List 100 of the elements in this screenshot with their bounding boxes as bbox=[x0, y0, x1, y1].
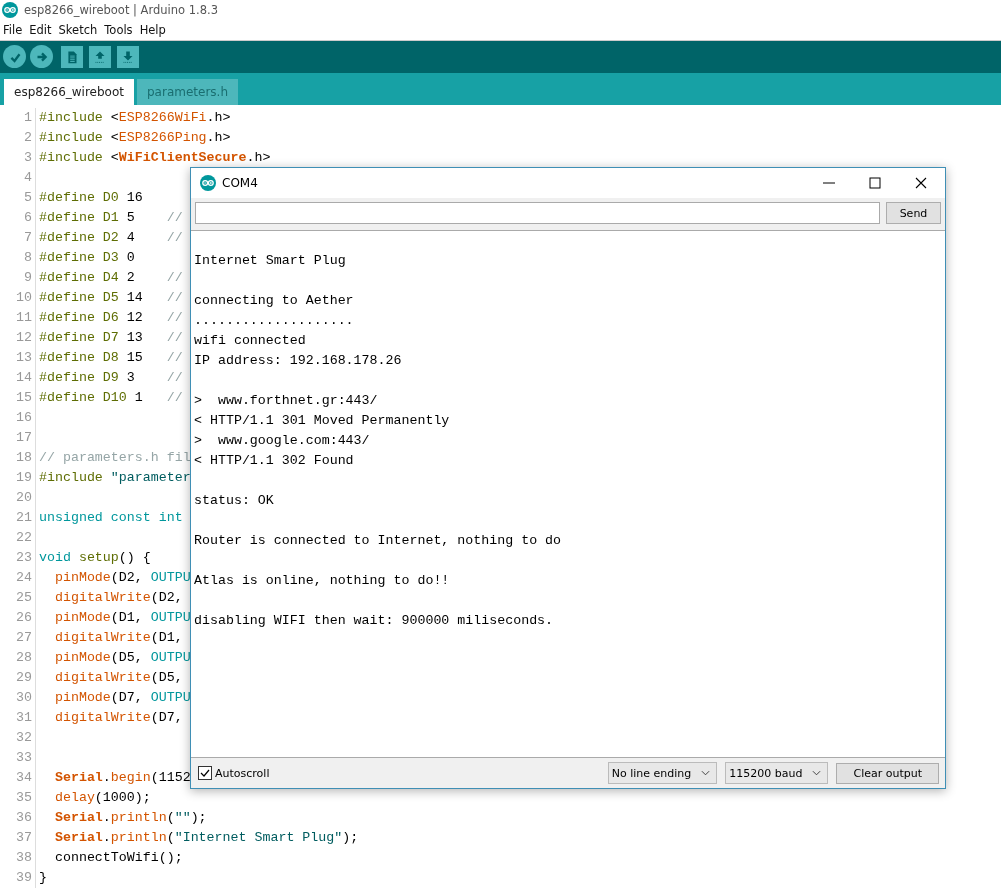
output-line: < HTTP/1.1 302 Found bbox=[194, 453, 354, 468]
send-button[interactable]: Send bbox=[886, 202, 941, 224]
output-line: > www.google.com:443/ bbox=[194, 433, 370, 448]
line-number: 20 bbox=[15, 489, 33, 507]
dropdown[interactable]: 115200 baud bbox=[725, 762, 829, 784]
line-number: 19 bbox=[15, 469, 33, 487]
checkbox-label: Autoscroll bbox=[215, 766, 270, 780]
line-number: 3 bbox=[23, 149, 33, 167]
line-number: 39 bbox=[15, 869, 33, 887]
line-number: 2 bbox=[23, 129, 33, 147]
code-line: digitalWrite(D5, bbox=[53, 670, 183, 685]
output-line: Router is connected to Internet, nothing to do bbox=[194, 533, 562, 548]
menu-item[interactable]: File bbox=[3, 23, 23, 38]
code-line: void setup() { bbox=[39, 550, 151, 565]
window-title: esp8266_wireboot | Arduino 1.8.3 bbox=[24, 3, 219, 18]
line-number: 4 bbox=[23, 169, 33, 187]
code-line: #define D1 5 // bbox=[39, 210, 183, 225]
line-number: 27 bbox=[15, 629, 33, 647]
code-line: } bbox=[39, 870, 47, 885]
line-number: 22 bbox=[15, 529, 33, 547]
dropdown[interactable]: No line ending bbox=[607, 762, 718, 784]
code-line: #define D6 12 // bbox=[39, 310, 183, 325]
clear-output-button[interactable]: Clear output bbox=[836, 762, 939, 784]
verify-button[interactable] bbox=[3, 45, 26, 69]
open-button[interactable] bbox=[89, 45, 111, 68]
autoscroll-checkbox[interactable] bbox=[198, 766, 212, 780]
code-line: #define D2 4 // bbox=[39, 230, 183, 245]
line-number: 10 bbox=[15, 289, 33, 307]
save-button[interactable] bbox=[117, 45, 139, 68]
code-line: #define D8 15 // bbox=[39, 350, 183, 365]
code-line: #include <WiFiClientSecure.h> bbox=[39, 150, 271, 165]
code-line: pinMode(D2, OUTPU bbox=[53, 570, 191, 585]
line-number: 34 bbox=[15, 769, 33, 787]
line-number: 14 bbox=[15, 369, 33, 387]
menu-item[interactable]: Help bbox=[139, 23, 166, 38]
code-line: #include "parameter bbox=[39, 470, 191, 485]
line-number: 36 bbox=[15, 809, 33, 827]
line-number: 28 bbox=[15, 649, 33, 667]
tab[interactable]: esp8266_wireboot bbox=[4, 79, 134, 105]
line-number: 16 bbox=[15, 409, 33, 427]
line-number: 1 bbox=[23, 109, 33, 127]
code-line: digitalWrite(D1, bbox=[53, 630, 183, 645]
menu-item[interactable]: Sketch bbox=[58, 23, 98, 38]
line-number: 12 bbox=[15, 329, 33, 347]
line-number: 8 bbox=[23, 249, 33, 267]
line-number: 9 bbox=[23, 269, 33, 287]
line-number: 30 bbox=[15, 689, 33, 707]
menu-item[interactable]: Edit bbox=[29, 23, 52, 38]
line-number: 38 bbox=[15, 849, 33, 867]
code-line: Serial.println(""); bbox=[53, 810, 207, 825]
line-number: 26 bbox=[15, 609, 33, 627]
line-number: 25 bbox=[15, 589, 33, 607]
line-number: 7 bbox=[23, 229, 33, 247]
window-title: COM4 bbox=[222, 176, 258, 190]
code-line: #define D10 1 // bbox=[39, 390, 183, 405]
output-line: Atlas is online, nothing to do!! bbox=[194, 573, 450, 588]
upload-button[interactable] bbox=[30, 45, 53, 69]
new-sketch-button[interactable] bbox=[61, 45, 83, 68]
line-number: 35 bbox=[15, 789, 33, 807]
code-line: // parameters.h fil bbox=[39, 450, 191, 465]
menu-item[interactable]: Tools bbox=[104, 23, 133, 38]
output-line: IP address: 192.168.178.26 bbox=[194, 353, 402, 368]
output-line: disabling WIFI then wait: 900000 miliseconds. bbox=[194, 613, 554, 628]
code-line: #define D7 13 // bbox=[39, 330, 183, 345]
code-line: #define D0 16 bbox=[39, 190, 143, 205]
code-line: unsigned const int bbox=[39, 510, 183, 525]
code-line: Serial.println("Internet Smart Plug"); bbox=[53, 830, 359, 845]
code-line: pinMode(D7, OUTPU bbox=[53, 690, 191, 705]
output-line: Internet Smart Plug bbox=[194, 253, 346, 268]
code-line: digitalWrite(D7, bbox=[53, 710, 183, 725]
line-number: 33 bbox=[15, 749, 33, 767]
line-number: 31 bbox=[15, 709, 33, 727]
code-line: #define D4 2 // bbox=[39, 270, 183, 285]
arduino-logo-icon bbox=[200, 175, 216, 191]
output-line: status: OK bbox=[194, 493, 274, 508]
line-number: 37 bbox=[15, 829, 33, 847]
output-line: < HTTP/1.1 301 Moved Permanently bbox=[194, 413, 450, 428]
caret-icon bbox=[701, 770, 711, 776]
code-line: #define D5 14 // bbox=[39, 290, 183, 305]
caret-icon bbox=[812, 770, 822, 776]
output-line: .................... bbox=[194, 313, 354, 328]
code-line: pinMode(D1, OUTPU bbox=[53, 610, 191, 625]
line-number: 29 bbox=[15, 669, 33, 687]
line-number: 32 bbox=[15, 729, 33, 747]
output-line: wifi connected bbox=[194, 333, 306, 348]
arduino-logo-icon bbox=[2, 2, 18, 19]
code-line: #include <ESP8266Ping.h> bbox=[39, 130, 231, 145]
code-line: Serial.begin(1152 bbox=[53, 770, 191, 785]
code-line: pinMode(D5, OUTPU bbox=[53, 650, 191, 665]
input-field[interactable] bbox=[195, 202, 880, 224]
code-line: digitalWrite(D2, bbox=[53, 590, 183, 605]
output-line: connecting to Aether bbox=[194, 293, 354, 308]
code-line: connectToWifi(); bbox=[53, 850, 183, 865]
line-number: 13 bbox=[15, 349, 33, 367]
line-number: 23 bbox=[15, 549, 33, 567]
code-line: #define D9 3 // bbox=[39, 370, 183, 385]
line-number: 18 bbox=[15, 449, 33, 467]
line-number: 24 bbox=[15, 569, 33, 587]
line-number: 6 bbox=[23, 209, 33, 227]
line-number: 21 bbox=[15, 509, 33, 527]
